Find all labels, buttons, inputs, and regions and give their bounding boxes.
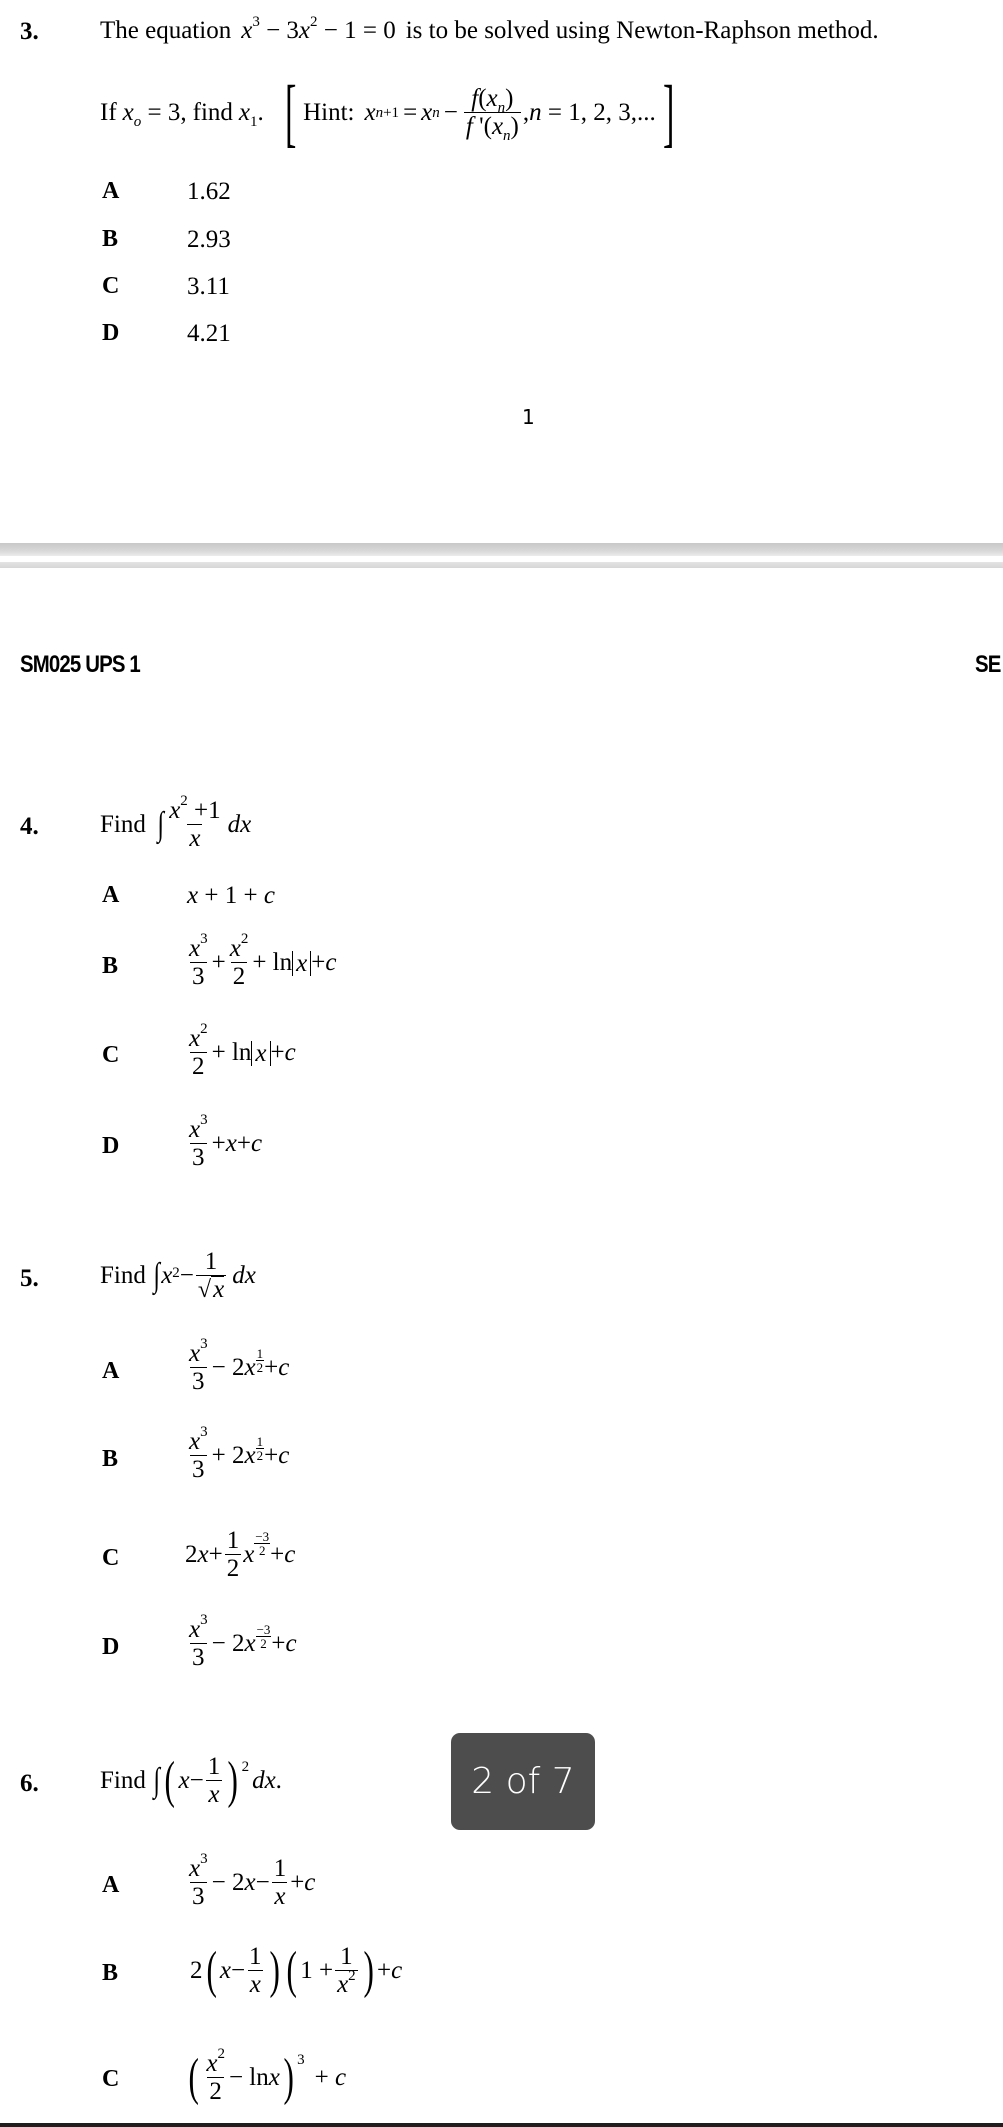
q4-option-d-letter: D xyxy=(102,1133,120,1159)
integral-sign: ∫ xyxy=(153,1762,160,1799)
question-3-stem: The equation x3 − 3x2 − 1 = 0 is to be s… xyxy=(100,13,879,45)
integrand-fraction: 1 √x xyxy=(195,1247,227,1303)
page-number: 1 xyxy=(522,405,535,429)
page-header-course-code: SM025 UPS 1 xyxy=(20,651,141,678)
question-5-number: 5. xyxy=(20,1265,39,1292)
q3-option-c-letter: C xyxy=(102,273,120,299)
q3-option-b-letter: B xyxy=(102,226,119,252)
find-var: x1. xyxy=(238,99,264,130)
question-3-number: 3. xyxy=(20,18,39,45)
q5-option-b-letter: B xyxy=(102,1446,119,1472)
page-separator xyxy=(0,543,1003,556)
question-3-line2: If xo = 3, find x1. [ Hint: x n +1 = xn − … xyxy=(100,68,681,158)
page-header-right: SE xyxy=(975,651,1001,678)
integral-sign: ∫ xyxy=(157,806,164,843)
q3-option-b-value: 2.93 xyxy=(187,226,231,253)
viewer-bottom-edge xyxy=(0,2123,1003,2127)
q4-option-a-value: x + 1 + c xyxy=(187,882,275,909)
line2-prefix: If xyxy=(100,99,117,126)
q5-option-d-letter: D xyxy=(102,1634,120,1660)
question-6-number: 6. xyxy=(20,1770,39,1797)
q4-option-c-letter: C xyxy=(102,1042,120,1068)
stem-prefix: Find xyxy=(100,1262,146,1289)
q5-option-c-letter: C xyxy=(102,1545,120,1571)
hint-label: Hint: xyxy=(303,98,355,126)
hint-box: [ Hint: x n +1 = xn − f(xn) f '(xn) ,n = 1… xyxy=(284,70,675,155)
q6-option-a-letter: A xyxy=(102,1872,120,1898)
q3-option-c-value: 3.11 xyxy=(187,273,230,300)
q4-option-d-value: x3 3 + x + c xyxy=(189,1112,263,1171)
q6-option-b-letter: B xyxy=(102,1960,119,1986)
q3-option-d-letter: D xyxy=(102,320,120,346)
q4-option-b-value: x3 3 + x2 2 + ln x + c xyxy=(189,931,337,990)
q5-option-a-value: x3 3− 2x12 + c xyxy=(189,1336,290,1395)
stem-prefix: Find xyxy=(100,811,146,838)
question-6-stem: Find ∫ ( x − 1x ) 2 dx. xyxy=(100,1752,282,1810)
q6-option-b-value: 2(x − 1 x)(1 + 1 x2) + c xyxy=(190,1942,403,2000)
question-5-stem: Find ∫ x2 − 1 √x dx xyxy=(100,1247,256,1303)
stem-prefix: Find xyxy=(100,1767,146,1794)
given-value: xo = 3, xyxy=(122,99,187,130)
integrand-fraction: x2 +1 x xyxy=(169,793,221,852)
left-bracket: [ xyxy=(284,70,297,155)
q5-option-d-value: x3 3− 2 x −3 2 + c xyxy=(189,1612,297,1671)
q6-option-a-value: x3 3− 2x − 1 x + c xyxy=(189,1851,316,1910)
q5-option-c-value: 2x + 1 2 x −3 2 + c xyxy=(185,1526,296,1582)
equation: x3 − 3x2 − 1 = 0 xyxy=(241,13,396,44)
q4-option-b-letter: B xyxy=(102,953,119,979)
q3-option-a-letter: A xyxy=(102,178,120,204)
q4-option-a-letter: A xyxy=(102,882,120,908)
hint-fraction: f(xn) f '(xn) xyxy=(463,84,521,144)
q6-option-c-value: ( x2 2 − ln x ) 3 + c xyxy=(188,2046,347,2107)
q3-option-a-value: 1.62 xyxy=(187,178,231,205)
q4-option-c-value: x2 2 + ln x + c xyxy=(189,1021,296,1080)
q5-option-b-value: x3 3 + 2x12 + c xyxy=(189,1424,290,1483)
page-separator-lower xyxy=(0,562,1003,568)
integral-sign: ∫ xyxy=(153,1257,160,1294)
question-4-number: 4. xyxy=(20,813,39,840)
stem-suffix: is to be solved using Newton-Raphson met… xyxy=(405,17,879,44)
question-4-stem: Find ∫ x2 +1 x dx xyxy=(100,793,252,852)
q3-option-d-value: 4.21 xyxy=(187,320,231,347)
q5-option-a-letter: A xyxy=(102,1358,120,1384)
stem-prefix: The equation xyxy=(100,17,232,44)
page-indicator-badge: 2 of 7 xyxy=(451,1733,595,1830)
find-word: find xyxy=(192,99,233,126)
right-bracket: ] xyxy=(662,70,675,155)
q6-option-c-letter: C xyxy=(102,2066,120,2092)
